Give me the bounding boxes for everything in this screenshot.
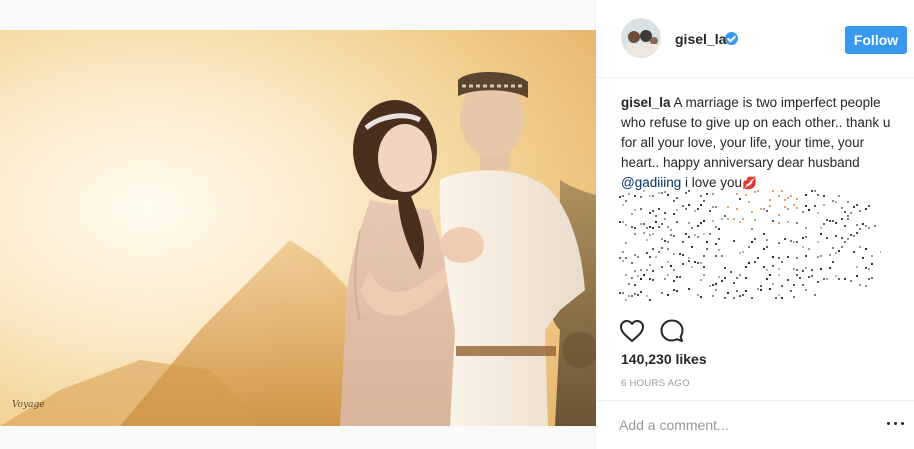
instagram-post-page: Voyage gisel_la Follow gisel_la A marria… <box>0 0 914 449</box>
post-caption: gisel_la A marriage is two imperfect peo… <box>621 93 903 193</box>
add-comment-section <box>597 400 914 449</box>
kiss-emoji: 💋 <box>742 176 757 190</box>
more-options-icon[interactable] <box>887 422 905 428</box>
comment-icon[interactable] <box>659 318 685 344</box>
comment-input[interactable] <box>619 414 869 436</box>
caption-text-end: i love you <box>681 175 743 190</box>
post-image[interactable]: Voyage <box>0 30 596 426</box>
caption-username-link[interactable]: gisel_la <box>621 95 671 110</box>
post-header: gisel_la Follow <box>597 0 914 78</box>
photo-pane: Voyage <box>0 0 596 449</box>
verified-badge-icon <box>725 32 738 45</box>
post-timestamp[interactable]: 6 HOURS AGO <box>621 378 690 389</box>
photo-watermark: Voyage <box>12 400 45 410</box>
avatar-image <box>622 19 660 57</box>
post-photo-illustration <box>0 30 596 426</box>
avatar[interactable] <box>621 18 661 58</box>
heart-icon[interactable] <box>619 319 645 343</box>
likes-count[interactable]: 140,230 likes <box>621 351 707 367</box>
redacted-comments <box>619 190 881 301</box>
mention-link[interactable]: @gadiiing <box>621 175 681 190</box>
follow-button[interactable]: Follow <box>845 26 907 54</box>
username-link[interactable]: gisel_la <box>675 31 726 47</box>
post-actions <box>597 315 914 349</box>
post-sidebar: gisel_la Follow gisel_la A marriage is t… <box>597 0 914 449</box>
